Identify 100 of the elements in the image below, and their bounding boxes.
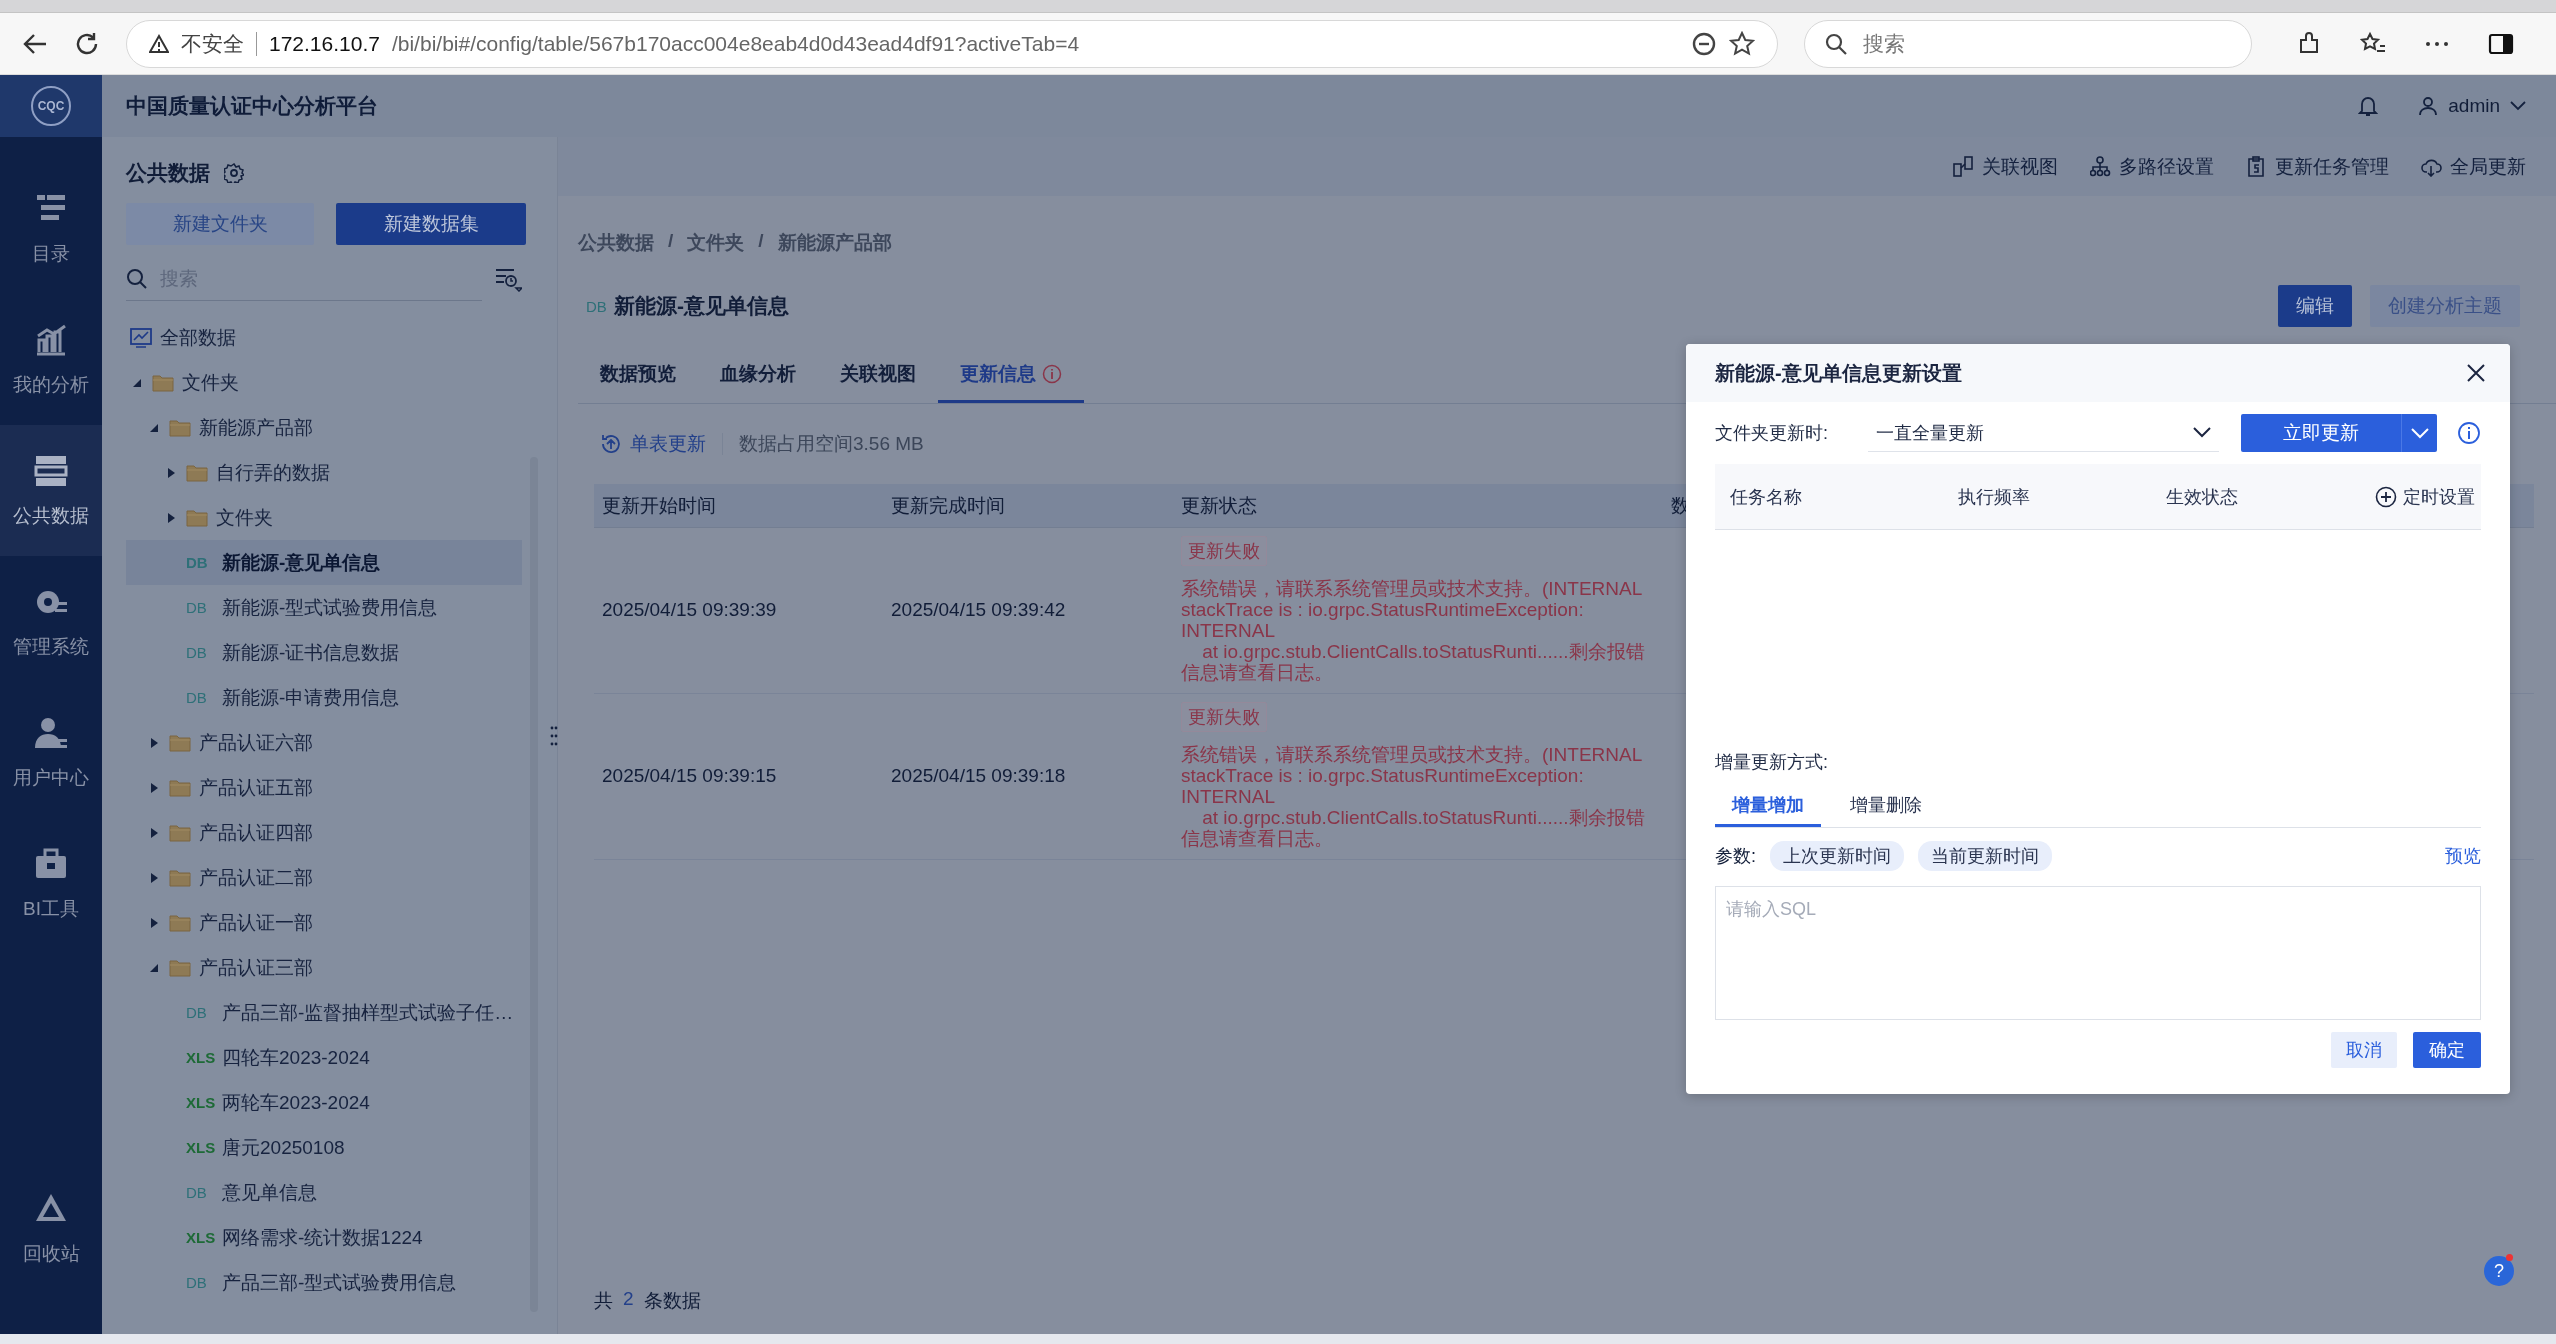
reload-icon[interactable] xyxy=(74,30,100,57)
tree-item[interactable]: 产品认证二部 xyxy=(126,855,522,900)
breadcrumb-item[interactable]: 新能源产品部 xyxy=(777,230,892,256)
close-icon[interactable] xyxy=(2466,363,2486,383)
new-folder-button[interactable]: 新建文件夹 xyxy=(126,203,314,245)
new-dataset-button[interactable]: 新建数据集 xyxy=(336,203,526,245)
user-menu[interactable]: admin xyxy=(2418,95,2526,117)
tree-item[interactable]: 文件夹 xyxy=(126,360,522,405)
caret-icon[interactable] xyxy=(149,872,159,883)
tree-item[interactable]: 自行弄的数据 xyxy=(126,450,522,495)
caret-icon[interactable] xyxy=(166,512,176,523)
total-label: 条数据 xyxy=(643,1289,701,1313)
caret-icon[interactable] xyxy=(149,827,159,838)
column-header: 任务名称 xyxy=(1730,485,1803,509)
tree-item[interactable]: 全部数据 xyxy=(126,315,522,360)
star-icon[interactable] xyxy=(1729,30,1755,57)
tab[interactable]: 增量增加 xyxy=(1715,786,1821,827)
dropdown-button[interactable] xyxy=(2401,414,2437,452)
status-tag: 更新失败 xyxy=(1181,702,1267,732)
update-mode-dropdown[interactable]: 一直全量更新 xyxy=(1868,414,2219,452)
update-now-button[interactable]: 立即更新 xyxy=(2241,414,2401,452)
caret-icon[interactable] xyxy=(149,737,159,748)
tab[interactable]: 增量删除 xyxy=(1833,786,1939,827)
file-type-label: DB xyxy=(186,689,208,706)
preview-link[interactable]: 预览 xyxy=(2445,844,2481,868)
caret-icon[interactable] xyxy=(132,377,142,388)
nav-item[interactable]: 管理系统 xyxy=(0,556,102,687)
search-icon xyxy=(1825,32,1847,55)
tree-item[interactable]: DB 意见单信息 xyxy=(126,1170,522,1215)
single-update-link[interactable]: 单表更新 xyxy=(600,431,706,457)
tree-item[interactable]: 新能源产品部 xyxy=(126,405,522,450)
nav-item[interactable]: 用户中心 xyxy=(0,687,102,818)
dataset-title: 新能源-意见单信息 xyxy=(614,293,790,319)
parameter-chip[interactable]: 上次更新时间 xyxy=(1770,841,1904,871)
tree-item[interactable]: XLS 网络需求-统计数据1224 xyxy=(126,1215,522,1260)
caret-icon[interactable] xyxy=(166,467,176,478)
tree-item[interactable]: 产品认证一部 xyxy=(126,900,522,945)
file-type-label: DB xyxy=(186,1004,208,1021)
tab[interactable]: 更新信息 xyxy=(938,348,1084,403)
tree-item[interactable]: 产品认证四部 xyxy=(126,810,522,855)
nav-item[interactable]: BI工具 xyxy=(0,818,102,949)
toolbar-link[interactable]: 多路径设置 xyxy=(2090,153,2214,180)
caret-icon[interactable] xyxy=(149,422,159,433)
tree-item[interactable]: XLS 四轮车2023-2024 xyxy=(126,1035,522,1080)
toolbar-link[interactable]: 更新任务管理 xyxy=(2246,153,2389,180)
file-type-label: DB xyxy=(186,1184,208,1201)
nav-item[interactable]: 公共数据 xyxy=(0,425,102,556)
toolbar-link[interactable]: 全局更新 xyxy=(2421,153,2526,180)
folder-icon xyxy=(169,778,191,797)
schedule-link[interactable]: 定时设置 xyxy=(2375,484,2481,509)
folder-icon xyxy=(186,463,208,482)
caret-icon[interactable] xyxy=(149,782,159,793)
caret-icon[interactable] xyxy=(149,917,159,928)
tab[interactable]: 关联视图 xyxy=(818,348,938,403)
filter-icon[interactable] xyxy=(494,266,522,292)
chart-icon xyxy=(130,327,152,348)
breadcrumb-item[interactable]: 公共数据 xyxy=(578,230,654,256)
address-bar[interactable]: 不安全 172.16.10.7 /bi/bi/bi#/config/table/567b170acc004e8eab4d0d43ead4df91?activeTab=4 xyxy=(126,19,1778,68)
info-icon[interactable] xyxy=(2457,421,2481,445)
tree-item[interactable]: 产品认证三部 xyxy=(126,945,522,990)
edit-button[interactable]: 编辑 xyxy=(2278,285,2352,327)
breadcrumb-item[interactable]: 文件夹 xyxy=(687,230,745,256)
ok-button[interactable]: 确定 xyxy=(2413,1032,2481,1068)
drag-handle-icon[interactable] xyxy=(549,724,558,747)
notification-dot xyxy=(2506,1254,2513,1261)
column-header: 生效状态 xyxy=(2166,485,2239,509)
section-label: 增量更新方式: xyxy=(1715,751,1829,774)
tree-item[interactable]: XLS 唐元20250108 xyxy=(126,1125,522,1170)
toolbar-link[interactable]: 关联视图 xyxy=(1953,153,2058,180)
tree-item[interactable]: 文件夹 xyxy=(126,495,522,540)
tree-item[interactable]: 产品认证五部 xyxy=(126,765,522,810)
folder-icon xyxy=(186,508,208,527)
tree-item[interactable]: XLS 两轮车2023-2024 xyxy=(126,1080,522,1125)
cancel-button[interactable]: 取消 xyxy=(2331,1032,2397,1068)
tree-item[interactable]: DB 新能源-申请费用信息 xyxy=(126,675,522,720)
tree-item[interactable]: 产品认证六部 xyxy=(126,720,522,765)
nav-item[interactable]: 我的分析 xyxy=(0,294,102,425)
tab[interactable]: 数据预览 xyxy=(578,348,698,403)
app-title: 中国质量认证中心分析平台 xyxy=(125,93,379,119)
total-label: 共 xyxy=(594,1289,613,1313)
sql-input[interactable]: 请输入SQL xyxy=(1715,886,2481,1020)
bell-icon[interactable] xyxy=(2358,95,2379,117)
panel-title: 公共数据 xyxy=(126,160,210,186)
parameter-chip[interactable]: 当前更新时间 xyxy=(1918,841,2052,871)
tree-item[interactable]: DB 产品三部-监督抽样型式试验子任… xyxy=(126,990,522,1035)
tree-item[interactable]: DB 产品三部-型式试验费用信息 xyxy=(126,1260,522,1305)
nav-item[interactable]: 目录 xyxy=(0,163,102,294)
search-placeholder: 搜索 xyxy=(1863,30,1905,57)
tree-item[interactable]: DB 新能源-型式试验费用信息 xyxy=(126,585,522,630)
tree-item[interactable]: DB 新能源-意见单信息 xyxy=(126,540,522,585)
storage-info: 数据占用空间3.56 MB xyxy=(739,432,924,456)
nav-item[interactable]: 回收站 xyxy=(0,1163,102,1294)
caret-icon[interactable] xyxy=(149,962,159,973)
file-type-label: XLS xyxy=(186,1139,214,1156)
tree-item[interactable]: DB 新能源-证书信息数据 xyxy=(126,630,522,675)
search-icon xyxy=(126,267,148,290)
user-icon xyxy=(2418,96,2439,116)
tab[interactable]: 血缘分析 xyxy=(698,348,818,403)
settings-icon[interactable] xyxy=(224,163,244,183)
browser-search-field[interactable]: 搜索 xyxy=(1804,19,2252,68)
